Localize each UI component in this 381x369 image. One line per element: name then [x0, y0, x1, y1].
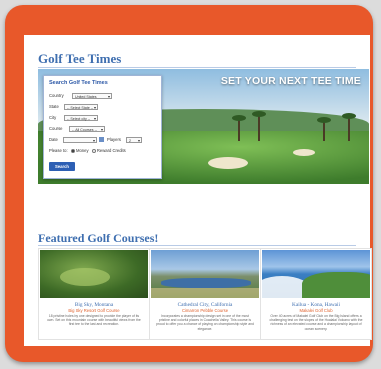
course-card[interactable]: Big Sky, Montana Big Sky Resort Golf Cou…	[38, 248, 150, 340]
course-card[interactable]: Cathedral City, California Cimarron Pebb…	[149, 248, 261, 340]
outer-frame: Golf Tee Times SET YOUR NEXT TEE TIME Se…	[5, 5, 373, 362]
country-label: Country	[49, 93, 64, 98]
course-card[interactable]: Kailua - Kona, Hawaii Makalei Golf Club …	[260, 248, 372, 340]
sand-bunker	[208, 157, 248, 169]
reward-credits-option-label: Reward Credits	[96, 148, 126, 153]
palm-tree	[232, 115, 246, 141]
course-description: 18 pristine holes by one designed to pro…	[47, 314, 141, 327]
state-select[interactable]: -- Select State --	[64, 104, 98, 111]
course-select[interactable]: -- All Courses --	[69, 126, 105, 133]
course-name-link[interactable]: Makalei Golf Club	[261, 308, 371, 313]
players-select[interactable]: 2	[126, 137, 142, 144]
course-photo[interactable]	[40, 250, 148, 298]
sand-bunker	[293, 149, 315, 156]
date-input[interactable]	[63, 137, 97, 144]
palm-tree	[342, 113, 356, 141]
city-label: City	[49, 115, 57, 120]
course-description: Over 40 acres of Makalei Golf Club on th…	[269, 314, 363, 331]
featured-courses-title: Featured Golf Courses!	[38, 231, 159, 245]
page-title: Golf Tee Times	[38, 51, 122, 66]
palm-tree	[317, 117, 331, 141]
money-radio[interactable]	[70, 148, 75, 153]
search-form-title: Search Golf Tee Times	[49, 80, 108, 86]
course-name-link[interactable]: Big Sky Resort Golf Course	[39, 308, 149, 313]
web-page: Golf Tee Times SET YOUR NEXT TEE TIME Se…	[24, 35, 372, 346]
course-description: Incorporates a championship design set i…	[156, 314, 254, 331]
palm-tree	[252, 111, 266, 141]
search-button[interactable]: Search	[49, 162, 75, 171]
money-option-label: Money	[75, 148, 89, 153]
tee-time-search-form: Search Golf Tee Times Country United Sta…	[43, 75, 162, 179]
state-label: State	[49, 104, 59, 109]
country-select[interactable]: United States	[72, 93, 112, 100]
course-name-link[interactable]: Cimarron Pebble Course	[150, 308, 260, 313]
pay-label: Please to: Money Reward Credits	[49, 148, 126, 154]
players-label: Players	[107, 137, 121, 142]
date-label: Date	[49, 137, 58, 142]
reward-credits-radio[interactable]	[91, 148, 96, 153]
course-label: Course	[49, 126, 63, 131]
course-photo[interactable]	[262, 250, 370, 298]
hero-tagline: SET YOUR NEXT TEE TIME	[220, 75, 361, 87]
city-select[interactable]: -- Select city --	[64, 115, 98, 122]
pay-label-text: Please to:	[49, 148, 68, 153]
title-divider	[38, 67, 356, 68]
calendar-icon[interactable]	[99, 137, 104, 142]
course-photo[interactable]	[151, 250, 259, 298]
featured-divider	[38, 245, 356, 246]
